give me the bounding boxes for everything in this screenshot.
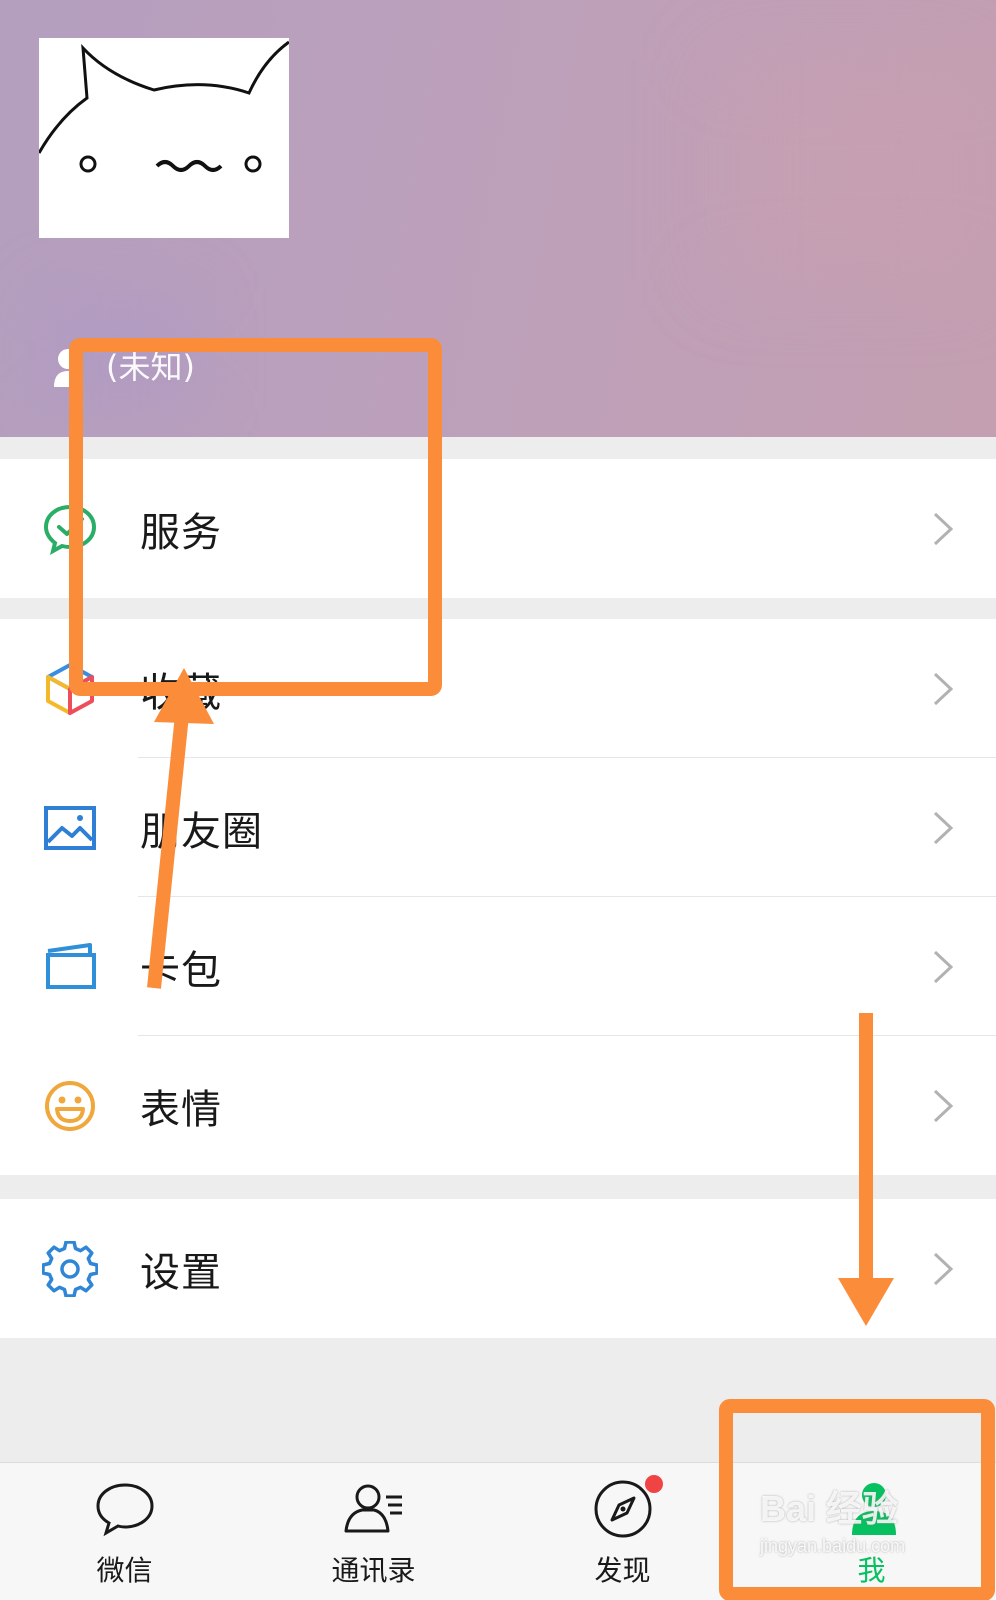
avatar[interactable] xyxy=(39,38,289,238)
profile-header[interactable]: (未知) xyxy=(0,0,996,437)
tab-discover[interactable]: 发现 xyxy=(498,1463,747,1600)
sticker-smiley-icon xyxy=(42,1078,98,1134)
menu-item-label: 收藏 xyxy=(140,669,222,716)
person-icon xyxy=(52,339,96,387)
chevron-right-icon xyxy=(933,950,954,983)
menu-item-label: 设置 xyxy=(140,1249,222,1296)
menu-group-settings: 设置 xyxy=(0,1199,996,1338)
tab-label: 发现 xyxy=(594,1554,651,1587)
watermark-sub: jingyan.baidu.com xyxy=(760,1536,906,1556)
gender-row: (未知) xyxy=(52,339,195,390)
menu-item-label: 服务 xyxy=(140,509,222,556)
gear-icon xyxy=(42,1240,98,1297)
tab-label: 微信 xyxy=(96,1554,153,1587)
menu-item-label: 卡包 xyxy=(140,947,222,994)
menu-item-moments[interactable]: 朋友圈 xyxy=(0,758,996,897)
chevron-right-icon xyxy=(933,512,954,545)
moments-photo-icon xyxy=(42,800,98,856)
chat-bubble-icon xyxy=(93,1477,157,1541)
gender-text: (未知) xyxy=(106,348,195,386)
watermark-main: Bai 经验 xyxy=(760,1488,899,1529)
chevron-right-icon xyxy=(933,672,954,705)
card-wallet-icon xyxy=(42,939,98,995)
header-background-blur xyxy=(720,60,980,280)
contacts-icon xyxy=(342,1477,406,1541)
tab-contacts[interactable]: 通讯录 xyxy=(249,1463,498,1600)
favorites-cube-icon xyxy=(42,661,98,717)
chevron-right-icon xyxy=(933,811,954,844)
menu-item-favorites[interactable]: 收藏 xyxy=(0,619,996,758)
menu-item-stickers[interactable]: 表情 xyxy=(0,1036,996,1175)
menu-item-label: 朋友圈 xyxy=(140,808,263,855)
menu-group-main: 收藏 朋友圈 卡包 表情 xyxy=(0,619,996,1175)
watermark-logo: Bai 经验 jingyan.baidu.com xyxy=(760,1480,980,1590)
badge-dot xyxy=(644,1475,663,1493)
menu-item-services[interactable]: 服务 xyxy=(0,459,996,598)
tab-chats[interactable]: 微信 xyxy=(0,1463,249,1600)
menu-group-services: 服务 xyxy=(0,459,996,598)
notification-dot xyxy=(84,339,96,351)
menu-item-label: 表情 xyxy=(140,1086,222,1133)
chevron-right-icon xyxy=(933,1089,954,1122)
wechat-pay-icon xyxy=(42,501,98,557)
compass-icon xyxy=(591,1475,663,1541)
chevron-right-icon xyxy=(933,1252,954,1285)
menu-item-card-wallet[interactable]: 卡包 xyxy=(0,897,996,1036)
tab-label: 通讯录 xyxy=(331,1554,416,1587)
menu-item-settings[interactable]: 设置 xyxy=(0,1199,996,1338)
